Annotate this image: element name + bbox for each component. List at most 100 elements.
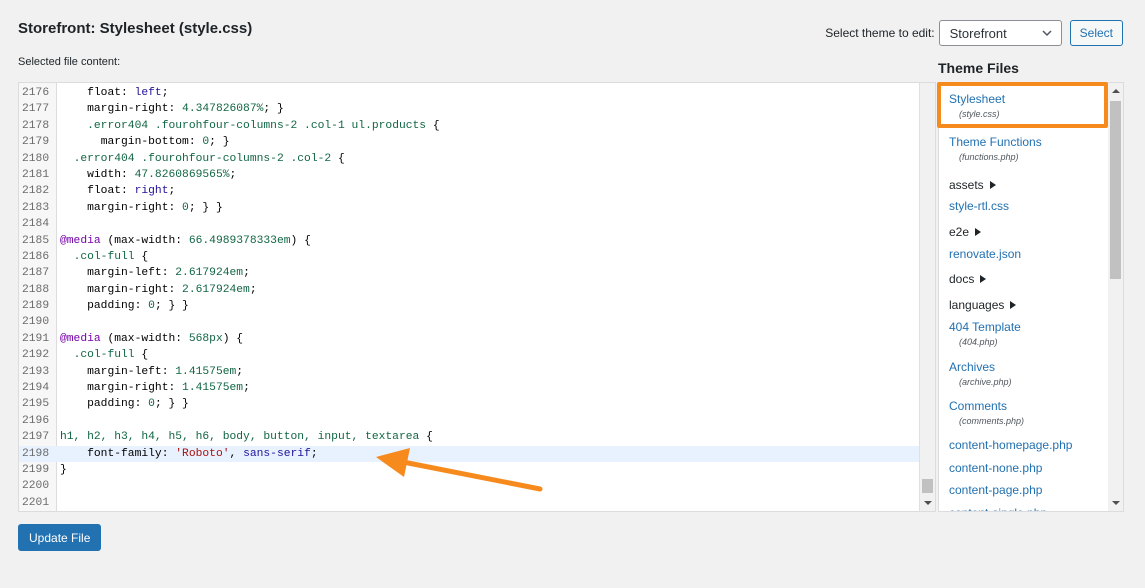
chevron-down-icon bbox=[1042, 30, 1052, 37]
code-line[interactable]: 2197 h1, h2, h3, h4, h5, h6, body, button… bbox=[19, 429, 919, 445]
theme-file-link[interactable]: 404 Template bbox=[949, 320, 1021, 334]
code-token: margin-right bbox=[87, 103, 169, 116]
editor-scrollbar-thumb[interactable] bbox=[922, 479, 933, 493]
theme-file-item[interactable]: Stylesheet (style.css) bbox=[949, 92, 1005, 119]
code-line[interactable]: 2195 padding: 0; } } bbox=[19, 396, 919, 412]
line-number: 2183 bbox=[22, 201, 50, 214]
theme-file-item[interactable]: Archives (archive.php) bbox=[949, 360, 1012, 387]
folder-toggle[interactable]: assets bbox=[949, 178, 996, 192]
code-line[interactable]: 2193 margin-left: 1.41575em; bbox=[19, 364, 919, 380]
code-line[interactable]: 2188 margin-right: 2.617924em; bbox=[19, 282, 919, 298]
code-token: float bbox=[87, 185, 122, 198]
line-number: 2182 bbox=[22, 185, 50, 198]
code-token: : bbox=[188, 136, 203, 149]
theme-file-link[interactable]: content-homepage.php bbox=[949, 438, 1072, 452]
code-token: left bbox=[134, 87, 162, 99]
theme-dropdown[interactable]: Storefront bbox=[938, 20, 1062, 46]
code-line[interactable]: 2178 .error404 .fourohfour-columns-2 .co… bbox=[19, 118, 919, 134]
theme-file-link[interactable]: content-none.php bbox=[949, 461, 1042, 475]
code-line[interactable]: 2199} bbox=[19, 462, 919, 478]
code-lines[interactable]: 2176 float: left; 2177 margin-right: 4.34… bbox=[19, 85, 919, 511]
folder-assets[interactable]: assets bbox=[949, 178, 996, 192]
folder-label: languages bbox=[949, 298, 1005, 312]
theme-file-link[interactable]: Archives bbox=[949, 360, 995, 374]
code-line[interactable]: 2186 .col-full { bbox=[19, 249, 919, 265]
code-line[interactable]: 2179 margin-bottom: 0; } bbox=[19, 134, 919, 150]
theme-file-link[interactable]: Stylesheet bbox=[949, 92, 1005, 106]
theme-file-item[interactable]: renovate.json bbox=[949, 247, 1021, 261]
code-token: @media bbox=[60, 332, 101, 345]
code-line[interactable]: 2183 margin-right: 0; } } bbox=[19, 200, 919, 216]
code-token: 4.347826087% bbox=[182, 103, 264, 116]
theme-file-filename: (functions.php) bbox=[959, 152, 1019, 162]
code-token: margin-bottom bbox=[100, 136, 189, 149]
code-line[interactable]: 2189 padding: 0; } } bbox=[19, 298, 919, 314]
theme-file-item[interactable]: content-none.php bbox=[949, 461, 1042, 475]
scroll-up-icon[interactable] bbox=[1111, 86, 1121, 96]
code-line[interactable]: 2187 margin-left: 2.617924em; bbox=[19, 265, 919, 281]
code-line[interactable]: 2198 font-family: 'Roboto', sans-serif; bbox=[19, 445, 919, 462]
code-line[interactable]: 2181 width: 47.8260869565%; bbox=[19, 167, 919, 183]
files-scrollbar-thumb[interactable] bbox=[1110, 101, 1121, 279]
code-line[interactable]: 2180 .error404 .fourohfour-columns-2 .co… bbox=[19, 151, 919, 167]
code-editor[interactable]: 2176 float: left; 2177 margin-right: 4.34… bbox=[18, 82, 936, 512]
code-token: 2.617924em bbox=[182, 283, 250, 296]
folder-languages[interactable]: languages bbox=[949, 298, 1017, 312]
folder-toggle[interactable]: docs bbox=[949, 272, 987, 286]
theme-file-link[interactable]: renovate.json bbox=[949, 247, 1021, 261]
code-text: float: left; bbox=[57, 85, 168, 101]
theme-file-item[interactable]: Theme Functions (functions.php) bbox=[949, 135, 1042, 162]
line-number: 2179 bbox=[22, 136, 50, 149]
code-line[interactable]: 2194 margin-right: 1.41575em; bbox=[19, 380, 919, 396]
code-line[interactable]: 2190 bbox=[19, 314, 919, 330]
folder-docs[interactable]: docs bbox=[949, 272, 987, 286]
theme-file-link[interactable]: style-rtl.css bbox=[949, 199, 1009, 213]
theme-file-item[interactable]: style-rtl.css bbox=[949, 199, 1009, 213]
theme-file-filename: (comments.php) bbox=[959, 416, 1025, 426]
folder-toggle[interactable]: languages bbox=[949, 298, 1017, 312]
folder-e2e[interactable]: e2e bbox=[949, 225, 982, 239]
select-theme-button[interactable]: Select bbox=[1069, 20, 1123, 46]
code-line[interactable]: 2184 bbox=[19, 216, 919, 232]
code-line[interactable]: 2200 bbox=[19, 478, 919, 494]
editor-scrollbar[interactable] bbox=[919, 83, 935, 511]
theme-file-item[interactable]: content-single.php bbox=[949, 506, 1047, 511]
code-text: font-family: 'Roboto', sans-serif; bbox=[57, 446, 318, 462]
code-token: float bbox=[87, 87, 122, 99]
code-token: width bbox=[87, 168, 122, 181]
code-line[interactable]: 2196 bbox=[19, 413, 919, 429]
line-number: 2193 bbox=[22, 365, 50, 378]
code-token: } bbox=[60, 463, 67, 476]
theme-file-item[interactable]: content-homepage.php bbox=[949, 438, 1072, 452]
code-token: margin-left bbox=[87, 267, 162, 280]
scroll-down-icon[interactable] bbox=[923, 498, 933, 508]
folder-toggle[interactable]: e2e bbox=[949, 225, 982, 239]
code-line[interactable]: 2182 float: right; bbox=[19, 183, 919, 199]
line-number: 2192 bbox=[22, 349, 50, 362]
code-token: : bbox=[168, 103, 183, 116]
theme-file-link[interactable]: content-single.php bbox=[949, 506, 1047, 511]
code-line[interactable]: 2192 .col-full { bbox=[19, 347, 919, 363]
code-token: padding bbox=[87, 300, 135, 313]
code-line[interactable]: 2201 bbox=[19, 495, 919, 511]
theme-file-link[interactable]: Comments bbox=[949, 399, 1007, 413]
code-text: .col-full { bbox=[57, 347, 149, 363]
scroll-down-icon[interactable] bbox=[1111, 498, 1121, 508]
code-line[interactable]: 2176 float: left; bbox=[19, 85, 919, 101]
theme-file-link[interactable]: content-page.php bbox=[949, 483, 1042, 497]
files-scrollbar[interactable] bbox=[1108, 83, 1123, 511]
theme-file-item[interactable]: 404 Template (404.php) bbox=[949, 320, 1021, 347]
code-line[interactable]: 2191 @media (max-width: 568px) { bbox=[19, 331, 919, 347]
theme-file-item[interactable]: Comments (comments.php) bbox=[949, 399, 1024, 426]
update-file-button[interactable]: Update File bbox=[18, 524, 102, 551]
code-line[interactable]: 2177 margin-right: 4.347826087%; } bbox=[19, 101, 919, 117]
theme-file-item[interactable]: content-page.php bbox=[949, 483, 1042, 497]
code-token: 0 bbox=[182, 201, 189, 214]
code-token: ; } bbox=[263, 103, 284, 116]
theme-file-link[interactable]: Theme Functions bbox=[949, 135, 1042, 149]
code-line[interactable]: 2185 @media (max-width: 66.4989378333em) … bbox=[19, 233, 919, 249]
